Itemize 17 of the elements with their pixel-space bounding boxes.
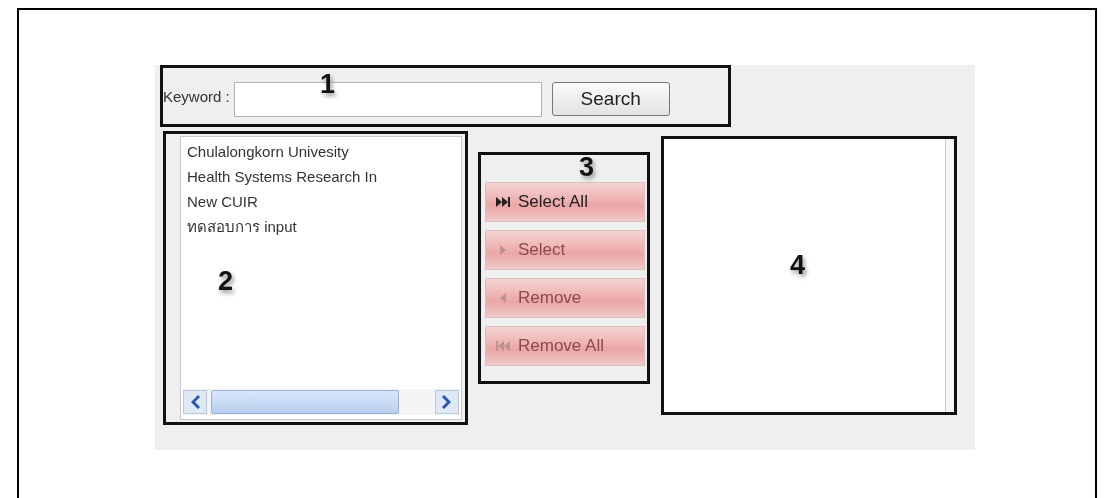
horizontal-scrollbar[interactable] [183, 389, 459, 415]
skip-back-icon [496, 340, 510, 352]
skip-forward-icon [496, 196, 510, 208]
transfer-button[interactable]: Select All [485, 182, 645, 222]
list-item[interactable]: New CUIR [187, 193, 461, 211]
search-button[interactable]: Search [551, 82, 670, 116]
list-item[interactable]: Chulalongkorn Univesity [187, 143, 461, 161]
list-item[interactable]: Health Systems Research In [187, 168, 461, 186]
scrollbar-thumb[interactable] [211, 390, 399, 414]
callout-number: 1 [320, 69, 336, 100]
callout-number: 2 [218, 266, 234, 297]
scroll-left-icon [183, 390, 207, 414]
callout-number: 4 [790, 250, 806, 281]
list-item[interactable]: ทดสอบการ input [187, 218, 461, 236]
keyword-label: Keyword : [163, 87, 230, 105]
scroll-right-icon [435, 390, 459, 414]
callout-number: 3 [579, 152, 595, 183]
